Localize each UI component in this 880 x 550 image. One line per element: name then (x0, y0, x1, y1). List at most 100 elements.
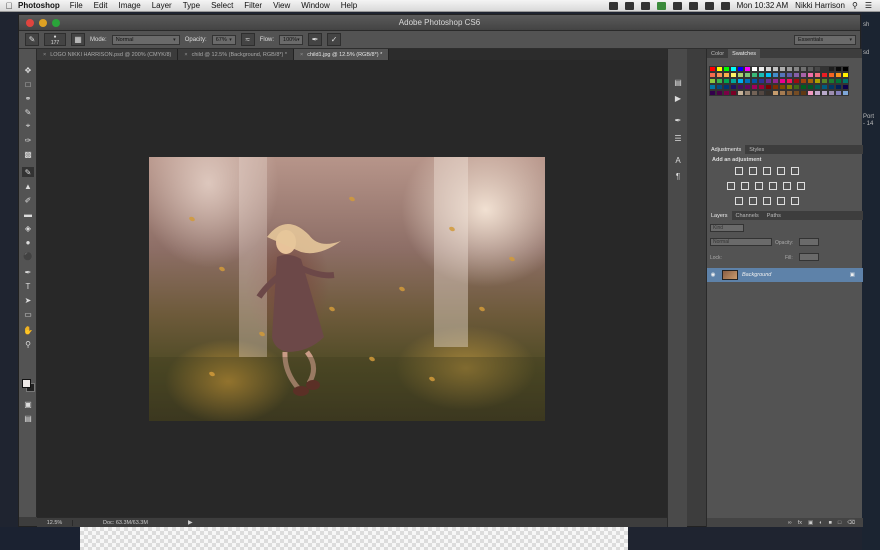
pressure-size-icon[interactable]: ✓ (327, 33, 342, 46)
color-swatch[interactable] (786, 90, 793, 96)
menu-view[interactable]: View (273, 1, 290, 10)
paint-bucket-tool-icon[interactable]: ◈ (22, 223, 34, 233)
color-swatch[interactable] (835, 90, 842, 96)
minimize-window-button[interactable] (39, 18, 47, 27)
exposure-adjust-icon[interactable] (777, 167, 785, 175)
tab-paths[interactable]: Paths (763, 211, 785, 220)
color-swatch[interactable] (807, 90, 814, 96)
zoom-tool-icon[interactable]: ⚲ (22, 339, 34, 349)
battery-tray-icon[interactable] (720, 1, 730, 10)
layer-opacity-input[interactable] (799, 238, 819, 246)
posterize-adjust-icon[interactable] (749, 197, 757, 205)
menu-select[interactable]: Select (211, 1, 233, 10)
color-swatch[interactable] (800, 90, 807, 96)
path-selection-tool-icon[interactable]: ➤ (22, 295, 34, 305)
invert-adjust-icon[interactable] (735, 197, 743, 205)
brightness-adjust-icon[interactable] (735, 167, 743, 175)
photos-tray-icon[interactable] (624, 1, 634, 10)
new-group-icon[interactable]: ■ (829, 520, 832, 526)
color-swatch[interactable] (744, 90, 751, 96)
volume-tray-icon[interactable] (704, 1, 714, 10)
photo-filter-adjust-icon[interactable] (769, 182, 777, 190)
color-swatch[interactable] (730, 90, 737, 96)
status-menu-arrow-icon[interactable]: ▶ (188, 519, 193, 526)
lasso-tool-icon[interactable]: ⚭ (22, 93, 34, 103)
bw-adjust-icon[interactable] (755, 182, 763, 190)
eyedropper-tool-icon[interactable]: ✑ (22, 135, 34, 145)
search-icon[interactable]: ⚲ (852, 1, 858, 10)
tab-child-document[interactable]: × child @ 12.5% (Background, RGB/8*) * (178, 49, 295, 60)
selective-color-adjust-icon[interactable] (791, 197, 799, 205)
list-icon[interactable]: ☰ (865, 1, 872, 10)
quick-select-tool-icon[interactable]: ✎ (22, 107, 34, 117)
color-swatch[interactable] (765, 90, 772, 96)
tab-color[interactable]: Color (707, 49, 728, 58)
wifi-tray-icon[interactable] (688, 1, 698, 10)
channel-mixer-adjust-icon[interactable] (783, 182, 791, 190)
canvas-area[interactable] (37, 60, 667, 517)
link-layers-icon[interactable]: ∞ (788, 520, 792, 526)
hue-sat-adjust-icon[interactable] (727, 182, 735, 190)
layer-fill-input[interactable] (799, 253, 819, 261)
threshold-adjust-icon[interactable] (763, 197, 771, 205)
tab-channels[interactable]: Channels (732, 211, 763, 220)
airbrush-icon[interactable]: ✒ (308, 33, 323, 46)
history-panel-icon[interactable]: ▤ (672, 77, 684, 88)
flow-input[interactable]: 100% ▾ (279, 34, 304, 45)
menu-type[interactable]: Type (183, 1, 200, 10)
color-swatch[interactable] (751, 90, 758, 96)
zoom-window-button[interactable] (52, 18, 60, 27)
layer-row-background[interactable]: ◉ Background ▣ (707, 268, 863, 282)
type-tool-icon[interactable]: T (22, 281, 34, 291)
color-swatch[interactable] (737, 90, 744, 96)
dodge-tool-icon[interactable]: ⚫ (22, 251, 34, 261)
menubar-clock[interactable]: Mon 10:32 AM (737, 1, 789, 10)
script-tray-icon[interactable] (656, 1, 666, 10)
zoom-level[interactable]: 12.5% (37, 519, 73, 526)
color-swatch[interactable] (814, 90, 821, 96)
eye-visibility-icon[interactable]: ◉ (707, 272, 719, 278)
color-swatch[interactable] (821, 90, 828, 96)
menu-window[interactable]: Window (301, 1, 329, 10)
move-tool-icon[interactable]: ✥ (22, 65, 34, 75)
add-mask-icon[interactable]: ▣ (808, 520, 813, 526)
color-swatch[interactable] (709, 90, 716, 96)
menu-app-photoshop[interactable]: Photoshop (18, 1, 60, 10)
color-swatch[interactable] (779, 90, 786, 96)
tab-styles[interactable]: Styles (745, 145, 768, 154)
color-swatch[interactable] (758, 90, 765, 96)
brush-tool-preset-icon[interactable]: ✎ (25, 33, 39, 46)
menubar-user[interactable]: Nikki Harrison (795, 1, 845, 10)
close-window-button[interactable] (26, 18, 34, 27)
trash-icon[interactable]: ⌫ (847, 520, 855, 526)
levels-adjust-icon[interactable] (749, 167, 757, 175)
screen-mode-icon[interactable]: ▤ (22, 413, 34, 423)
camera-tray-icon[interactable] (608, 1, 618, 10)
tab-layers[interactable]: Layers (707, 211, 732, 220)
menu-layer[interactable]: Layer (152, 1, 172, 10)
workspace-select[interactable]: Essentials ▾ (794, 34, 856, 45)
color-lookup-adjust-icon[interactable] (797, 182, 805, 190)
apple-menu-icon[interactable]:  (0, 1, 18, 11)
color-swatch[interactable] (842, 90, 849, 96)
close-tab-icon[interactable]: × (43, 52, 46, 58)
tab-swatches[interactable]: Swatches (728, 49, 761, 58)
fx-icon[interactable]: fx (798, 520, 802, 526)
actions-panel-icon[interactable]: ▶ (672, 93, 684, 104)
paragraph-panel-icon[interactable]: ¶ (672, 171, 684, 182)
close-tab-icon[interactable]: × (184, 52, 187, 58)
blend-mode-select[interactable]: Normal (710, 238, 772, 246)
pen-tool-icon[interactable]: ✒ (22, 267, 34, 277)
tab-adjustments[interactable]: Adjustments (707, 145, 746, 154)
clone-source-panel-icon[interactable]: ☰ (672, 133, 684, 144)
menu-image[interactable]: Image (118, 1, 140, 10)
mode-select[interactable]: Normal ▾ (111, 34, 180, 45)
new-layer-icon[interactable]: □ (838, 520, 841, 526)
vibrance-adjust-icon[interactable] (791, 167, 799, 175)
rectangle-tool-icon[interactable]: ▭ (22, 309, 34, 319)
color-swatch[interactable] (828, 90, 835, 96)
healing-brush-tool-icon[interactable]: ▩ (22, 149, 34, 159)
foreground-color-swatch[interactable] (22, 379, 31, 388)
new-adjustment-icon[interactable]: ◐ (819, 520, 822, 526)
brush-presets-panel-icon[interactable]: ✒ (672, 115, 684, 126)
